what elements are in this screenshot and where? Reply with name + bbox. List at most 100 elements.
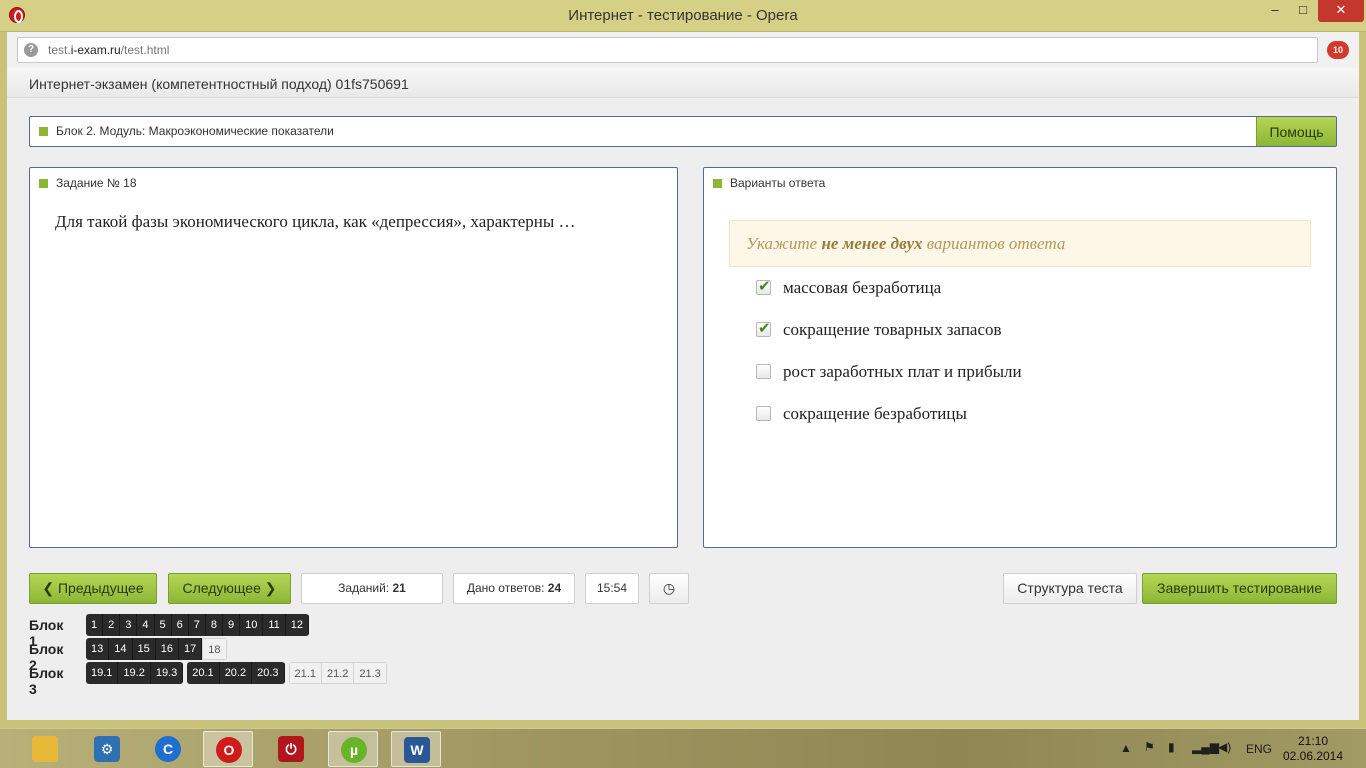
tasks-count: Заданий: 21 <box>301 573 443 604</box>
timer: 15:54 <box>585 573 639 604</box>
url-path: /test.html <box>120 43 170 57</box>
checkbox-checked[interactable] <box>756 319 771 337</box>
taskbar-app-power[interactable]: ⏻ <box>266 731 316 767</box>
checkbox[interactable] <box>756 406 771 421</box>
hint-bold: не менее двух <box>821 234 923 253</box>
answers-title-text: Варианты ответа <box>730 176 826 190</box>
taskbar-app-ccleaner[interactable]: C <box>143 731 193 767</box>
nav-chip[interactable]: 6 <box>171 614 189 636</box>
task-question: Для такой фазы экономического цикла, как… <box>55 212 576 231</box>
url-prefix: test. <box>48 43 71 57</box>
opera-icon: O <box>216 737 242 763</box>
nav-chip[interactable]: 8 <box>205 614 223 636</box>
nav-chip[interactable]: 4 <box>137 614 155 636</box>
action-center-flag-icon[interactable]: ⚑ <box>1144 740 1155 768</box>
previous-button[interactable]: ❮ Предыдущее <box>29 573 157 604</box>
help-button[interactable]: Помощь <box>1256 117 1336 146</box>
block-title: Блок 2. Модуль: Макроэкономические показ… <box>39 124 334 138</box>
answer-option-label[interactable]: сокращение товарных запасов <box>783 320 1002 340</box>
power-icon: ⏻ <box>278 736 304 762</box>
nav-group: 1 2 3 4 5 6 7 8 9 10 11 12 <box>86 614 310 636</box>
taskbar-app-control-panel[interactable]: ⚙ <box>82 731 132 767</box>
power-status-icon[interactable]: ▮ <box>1168 740 1175 768</box>
maximize-button[interactable]: □ <box>1290 0 1316 22</box>
nav-chip[interactable]: 3 <box>120 614 138 636</box>
clock-button[interactable]: ◷ <box>649 573 689 604</box>
nav-chip-unanswered[interactable]: 21.3 <box>353 662 387 684</box>
nav-chip[interactable]: 19.2 <box>118 662 151 684</box>
answered-count-value: 24 <box>547 581 562 595</box>
bullet-square-icon <box>713 179 722 189</box>
nav-chip-unanswered[interactable]: 21.2 <box>320 662 354 684</box>
nav-chip[interactable]: 7 <box>188 614 206 636</box>
taskbar-app-word[interactable]: W <box>391 731 441 767</box>
nav-chip[interactable]: 17 <box>179 638 203 660</box>
checkbox[interactable] <box>756 364 771 379</box>
answer-hint: Укажите не менее двух вариантов ответа <box>729 220 1311 267</box>
nav-group: 19.1 19.2 19.3 <box>86 662 184 684</box>
nav-group: 13 14 15 16 17 18 <box>86 638 227 660</box>
hint-pre: Укажите <box>746 234 822 253</box>
nav-chip[interactable]: 1 <box>86 614 104 636</box>
nav-chip[interactable]: 15 <box>132 638 156 660</box>
answer-option-label[interactable]: рост заработных плат и прибыли <box>783 362 1022 382</box>
url-text: test.i-exam.ru/test.html <box>48 43 169 57</box>
language-indicator[interactable]: ENG <box>1246 742 1272 768</box>
system-clock[interactable]: 21:10 02.06.2014 <box>1282 734 1344 764</box>
nav-block-label: Блок 3 <box>29 665 64 697</box>
hint-post: вариантов ответа <box>922 234 1066 253</box>
nav-chip[interactable]: 20.1 <box>187 662 220 684</box>
nav-chip-unanswered[interactable]: 21.1 <box>288 662 321 684</box>
nav-chip[interactable]: 19.1 <box>86 662 119 684</box>
show-hidden-icons-icon[interactable]: ▲ <box>1120 741 1132 768</box>
taskbar-app-utorrent[interactable]: µ <box>328 731 378 767</box>
minimize-button[interactable]: – <box>1262 0 1288 22</box>
nav-chip[interactable]: 11 <box>263 614 286 636</box>
volume-icon[interactable]: ◀) <box>1218 740 1231 768</box>
nav-chip[interactable]: 19.3 <box>150 662 184 684</box>
adblock-extension-icon[interactable]: 10 <box>1327 41 1349 59</box>
previous-label: Предыдущее <box>57 580 144 596</box>
answered-count: Дано ответов: 24 <box>453 573 575 604</box>
close-button[interactable]: ✕ <box>1318 0 1364 22</box>
nav-chip[interactable]: 12 <box>285 614 310 636</box>
test-structure-button[interactable]: Структура теста <box>1003 573 1137 604</box>
nav-chip[interactable]: 13 <box>86 638 110 660</box>
nav-chip[interactable]: 20.2 <box>219 662 253 684</box>
next-label: Следующее <box>182 580 261 596</box>
task-title-text: Задание № 18 <box>56 176 137 190</box>
tasks-count-value: 21 <box>392 581 406 595</box>
nav-chip[interactable]: 10 <box>240 614 264 636</box>
answers-title: Варианты ответа <box>713 176 825 190</box>
finish-test-button[interactable]: Завершить тестирование <box>1142 573 1337 604</box>
nav-chip-current[interactable]: 18 <box>202 638 227 660</box>
url-input[interactable]: ? test.i-exam.ru/test.html <box>17 37 1318 63</box>
site-info-icon[interactable]: ? <box>24 43 38 57</box>
nav-chips: 19.1 19.2 19.3 20.1 20.2 20.3 21.1 21.2 … <box>86 662 391 684</box>
task-panel: Задание № 18 Для такой фазы экономическо… <box>29 167 678 548</box>
nav-chip[interactable]: 20.3 <box>252 662 285 684</box>
answer-option-label[interactable]: сокращение безработицы <box>783 404 967 424</box>
chevron-right-icon: ❯ <box>260 580 277 596</box>
clock-time: 21:10 <box>1297 734 1329 748</box>
nav-chip[interactable]: 2 <box>103 614 121 636</box>
checkbox-checked[interactable] <box>756 277 771 295</box>
word-icon: W <box>404 737 430 763</box>
nav-chip[interactable]: 14 <box>109 638 133 660</box>
nav-chip[interactable]: 5 <box>154 614 172 636</box>
nav-group: 20.1 20.2 20.3 <box>187 662 285 684</box>
address-bar: ? test.i-exam.ru/test.html 10 <box>7 32 1359 68</box>
block-panel: Блок 2. Модуль: Макроэкономические показ… <box>29 116 1337 147</box>
nav-chip[interactable]: 9 <box>223 614 241 636</box>
clock-date: 02.06.2014 <box>1282 749 1344 763</box>
answer-option-label[interactable]: массовая безработица <box>783 278 941 298</box>
network-signal-icon[interactable]: ▂▄▆ <box>1192 740 1219 768</box>
nav-chip[interactable]: 16 <box>155 638 179 660</box>
next-button[interactable]: Следующее ❯ <box>168 573 291 604</box>
nav-group: 21.1 21.2 21.3 <box>288 662 387 684</box>
chevron-left-icon: ❮ <box>42 580 58 596</box>
nav-chips: 1 2 3 4 5 6 7 8 9 10 11 12 <box>86 614 313 636</box>
taskbar-app-opera[interactable]: O <box>203 731 253 767</box>
taskbar-app-explorer[interactable] <box>20 731 70 767</box>
bullet-square-icon <box>39 127 48 137</box>
